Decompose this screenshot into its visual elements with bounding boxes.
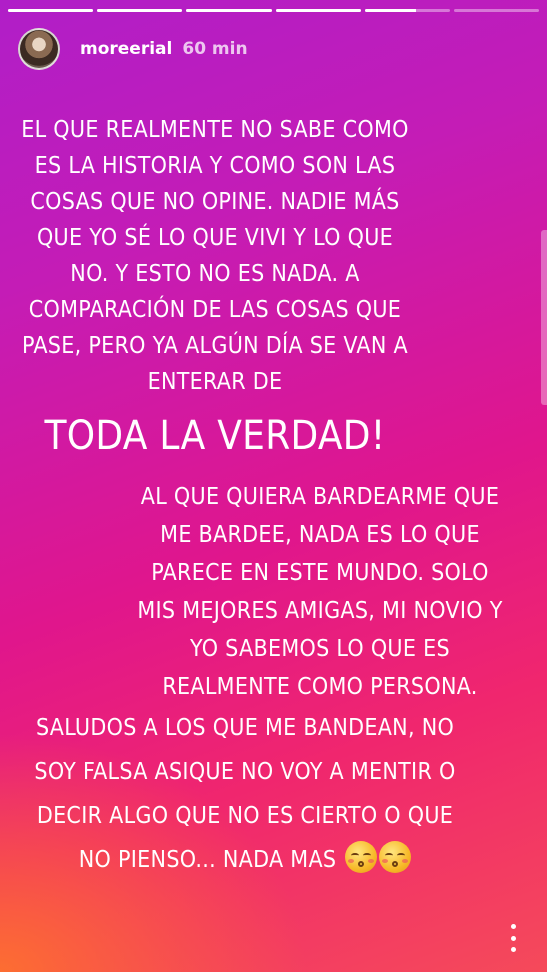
more-options-icon[interactable] [509,924,517,952]
story-text-block-1: EL QUE REALMENTE NO SABE COMO ES LA HIST… [20,112,410,466]
story-text-1: EL QUE REALMENTE NO SABE COMO ES LA HIST… [21,117,409,395]
story-text-highlight: TODA LA VERDAD! [44,413,386,459]
progress-segment [364,9,450,12]
story-canvas[interactable]: moreerial 60 min EL QUE REALMENTE NO SAB… [0,0,547,972]
progress-segment [453,9,540,12]
story-text-block-3: SALUDOS A LOS QUE ME BANDEAN, NO SOY FAL… [20,706,470,882]
progress-segment [97,9,183,12]
kissing-face-icon [379,841,412,873]
profile-avatar[interactable] [18,28,60,70]
username[interactable]: moreerial [80,39,172,59]
story-text-2: AL QUE QUIERA BARDEARME QUE ME BARDEE, N… [137,484,503,700]
progress-segment [186,9,272,12]
kissing-face-icon [345,841,378,873]
scroll-indicator [541,230,547,405]
progress-segment [275,9,361,12]
progress-segment [8,9,94,12]
story-progress-bar [8,9,540,12]
story-header: moreerial 60 min [18,28,248,70]
story-text-block-2: AL QUE QUIERA BARDEARME QUE ME BARDEE, N… [130,478,510,706]
post-time: 60 min [182,39,248,59]
